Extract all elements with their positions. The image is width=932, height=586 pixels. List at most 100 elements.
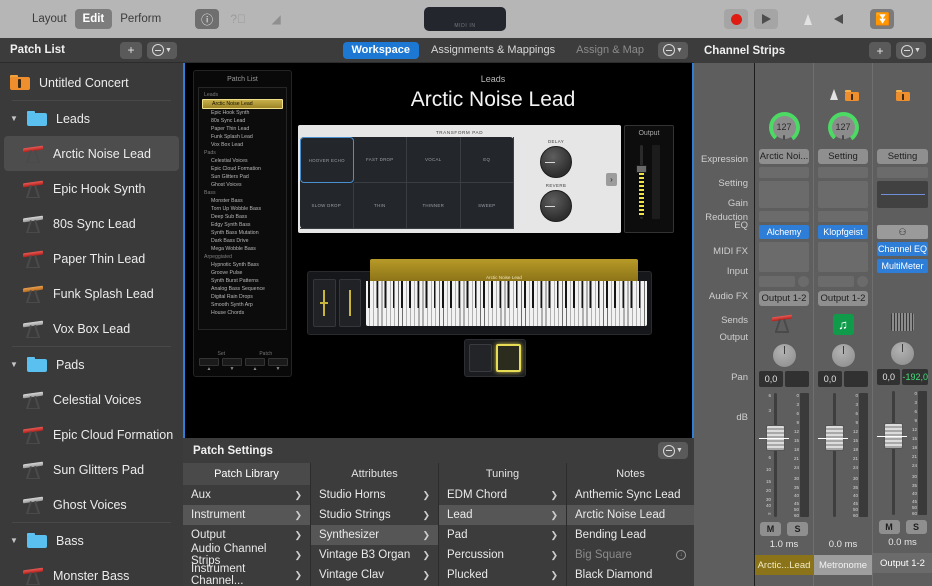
stage-item[interactable]: House Chords <box>199 309 286 317</box>
pan-knob-3[interactable] <box>890 341 915 366</box>
audio-fx-multimeter[interactable]: MultiMeter <box>877 259 928 273</box>
stage-item[interactable]: Deep Sub Bass <box>199 213 286 221</box>
list-item-folder-pads[interactable]: ▼ Pads <box>0 347 183 382</box>
tab-assign-map[interactable]: Assign & Map <box>567 42 653 59</box>
strip-name-3[interactable]: Output 1-2 <box>873 553 932 573</box>
audio-fx-slot-1[interactable] <box>759 242 809 272</box>
input-button-3[interactable]: ⚇ <box>877 225 928 239</box>
tab-workspace[interactable]: Workspace <box>343 42 420 59</box>
attr-item-synthesizer[interactable]: Synthesizer❯ <box>311 525 438 545</box>
channel-strips-action-menu[interactable]: ▼ <box>896 42 926 59</box>
instrument-icon-row-2[interactable]: ♫ <box>814 309 872 339</box>
db-value-2[interactable]: 0,0 <box>818 371 842 387</box>
patch-prev-button[interactable] <box>245 358 265 366</box>
pad-sweep[interactable]: SWEEP <box>461 183 515 229</box>
stage-item[interactable]: Celestial Voices <box>199 157 286 165</box>
stage-item-arctic-noise-lead[interactable]: Arctic Noise Lead <box>202 99 283 109</box>
chevron-down-icon[interactable]: ▼ <box>10 536 18 545</box>
setting-field-1[interactable]: Arctic Noi... <box>759 149 809 164</box>
db-value-1[interactable]: 0,0 <box>759 371 783 387</box>
stage-item[interactable]: Hypnotic Synth Bass <box>199 261 286 269</box>
output-button-2[interactable]: Output 1-2 <box>818 291 868 306</box>
stage-item[interactable]: Paper Thin Lead <box>199 125 286 133</box>
library-item-output[interactable]: Output❯ <box>183 525 310 545</box>
patch-settings-action-menu[interactable]: ▼ <box>658 442 688 459</box>
keyboard-black-keys[interactable] <box>366 281 647 308</box>
audio-fx-channel-eq[interactable]: Channel EQ <box>877 242 928 256</box>
mute-button-3[interactable]: M <box>879 520 900 534</box>
pad-slow-drop[interactable]: SLOW DROP <box>300 183 354 229</box>
db-value-3[interactable]: 0,0 <box>877 369 900 385</box>
tuning-item-pad[interactable]: Pad❯ <box>439 525 566 545</box>
stage-item[interactable]: Vox Box Lead <box>199 141 286 149</box>
notes-item-black-diamond[interactable]: Black Diamond <box>567 565 694 585</box>
stage-item[interactable]: Synth Bass Mutation <box>199 229 286 237</box>
strip-name-2[interactable]: Metronome <box>814 555 872 575</box>
list-item-monster-bass[interactable]: Monster Bass <box>0 558 183 586</box>
pad-hoover-echo[interactable]: HOOVER ECHO <box>300 137 354 183</box>
tuning-item-percussion[interactable]: Percussion❯ <box>439 545 566 565</box>
eq-slot-3[interactable] <box>877 181 928 208</box>
tuning-item-plucked[interactable]: Plucked❯ <box>439 565 566 585</box>
chevron-down-icon[interactable]: ▼ <box>10 360 18 369</box>
mode-perform[interactable]: Perform <box>112 9 169 29</box>
pad-fast-drop[interactable]: FAST DROP <box>354 137 408 183</box>
stage-item[interactable]: Ghost Voices <box>199 181 286 189</box>
pan-knob-2[interactable] <box>831 343 856 368</box>
list-item-epic-cloud-formation[interactable]: Epic Cloud Formation <box>0 417 183 452</box>
patch-list[interactable]: Untitled Concert ▼ Leads Arctic Noise Le… <box>0 63 183 586</box>
stage-item[interactable]: Sun Glitters Pad <box>199 173 286 181</box>
stage-item[interactable]: Epic Hook Synth <box>199 109 286 117</box>
setting-field-2[interactable]: Setting <box>818 149 868 164</box>
expression-knob-2[interactable]: 127 <box>814 105 872 149</box>
pad-vocal[interactable]: VOCAL <box>407 137 461 183</box>
eq-slot-1[interactable] <box>759 181 809 208</box>
expression-knob-1[interactable]: 127 <box>755 105 813 149</box>
volume-fader-1[interactable] <box>766 425 785 451</box>
keyboard-widget[interactable]: Arctic Noise Lead <box>307 271 652 335</box>
patch-list-action-menu[interactable]: ▼ <box>147 42 177 59</box>
sends-row-2[interactable] <box>818 275 868 288</box>
metronome-button[interactable] <box>796 9 820 29</box>
attr-item-studio-strings[interactable]: Studio Strings❯ <box>311 505 438 525</box>
list-item-sun-glitters-pad[interactable]: Sun Glitters Pad <box>0 452 183 487</box>
stage-item[interactable]: Mega Wobble Bass <box>199 245 286 253</box>
sustain-pedal[interactable] <box>496 344 521 372</box>
stage-item[interactable]: Analog Bass Sequence <box>199 285 286 293</box>
library-item-aux[interactable]: Aux❯ <box>183 485 310 505</box>
patch-next-button[interactable] <box>268 358 288 366</box>
channel-strip-output-1-2[interactable]: Setting ⚇ Channel EQ MultiMeter 0,0 -192… <box>873 63 932 586</box>
list-item-paper-thin-lead[interactable]: Paper Thin Lead <box>0 241 183 276</box>
solo-button-3[interactable]: S <box>906 520 927 534</box>
input-button-2[interactable]: Klopfgeist <box>818 225 868 239</box>
modulation-wheel[interactable] <box>339 279 362 327</box>
stage-item[interactable]: Groove Pulse <box>199 269 286 277</box>
workspace-action-menu[interactable]: ▼ <box>658 42 688 59</box>
play-button[interactable] <box>754 9 778 29</box>
stage-item[interactable]: 80s Sync Lead <box>199 117 286 125</box>
gain-reduction-slot-1[interactable] <box>759 167 809 178</box>
list-item-funk-splash-lead[interactable]: Funk Splash Lead <box>0 276 183 311</box>
instrument-icon-row-3[interactable] <box>873 307 932 337</box>
setting-field-3[interactable]: Setting <box>877 149 928 164</box>
tab-assignments-mappings[interactable]: Assignments & Mappings <box>422 42 564 59</box>
stage-patch-list-box[interactable]: Leads Arctic Noise Lead Epic Hook Synth … <box>198 87 287 330</box>
stage-item[interactable]: Epic Cloud Formation <box>199 165 286 173</box>
midi-fx-slot-2[interactable] <box>818 211 868 222</box>
output-fader-handle[interactable] <box>636 165 647 173</box>
add-channel-strip-button[interactable]: + <box>869 42 891 59</box>
tuning-item-edm-chord[interactable]: EDM Chord❯ <box>439 485 566 505</box>
strip-name-1[interactable]: Arctic...Lead <box>755 555 813 575</box>
mixer-button[interactable]: ⏬ <box>870 9 894 29</box>
input-button-1[interactable]: Alchemy <box>759 225 809 239</box>
list-item-concert[interactable]: Untitled Concert <box>0 65 183 100</box>
mode-layout[interactable]: Layout <box>24 9 75 29</box>
delay-knob[interactable] <box>540 146 572 178</box>
pad-thinner[interactable]: THINNER <box>407 183 461 229</box>
list-item-vox-box-lead[interactable]: Vox Box Lead <box>0 311 183 346</box>
midi-fx-slot-1[interactable] <box>759 211 809 222</box>
mode-segmented-control[interactable]: Layout Edit Perform <box>24 9 169 29</box>
pad-thin[interactable]: THIN <box>354 183 408 229</box>
notes-item-big-square[interactable]: Big Square↓ <box>567 545 694 565</box>
instrument-icon-row-1[interactable] <box>755 309 813 339</box>
